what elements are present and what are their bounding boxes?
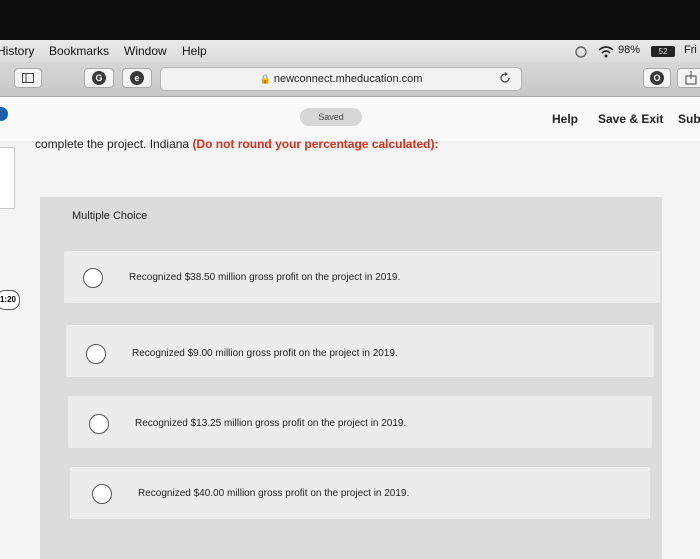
- share-button[interactable]: [677, 68, 700, 88]
- assignment-page: Saved Help Save & Exit Sub 1:20 complete…: [0, 97, 700, 559]
- question-prompt: complete the project. Indiana: [35, 137, 193, 151]
- address-bar[interactable]: 🔒 newconnect.mheducation.com: [160, 67, 522, 91]
- clock-text[interactable]: Fri: [684, 44, 697, 56]
- radio-button[interactable]: [86, 344, 106, 364]
- choice-label: Recognized $9.00 million gross profit on…: [132, 348, 398, 359]
- progress-dot-icon[interactable]: [0, 107, 8, 121]
- question-instruction: (Do not round your percentage calculated…: [192, 137, 439, 151]
- question-nav-strip[interactable]: [0, 147, 15, 209]
- choice-label: Recognized $40.00 million gross profit o…: [138, 488, 410, 499]
- reload-button[interactable]: [495, 68, 517, 88]
- extension-button-3[interactable]: O: [643, 68, 671, 88]
- extension-button-2[interactable]: e: [122, 68, 152, 88]
- choice-option[interactable]: Recognized $38.50 million gross profit o…: [64, 251, 660, 303]
- choice-option[interactable]: Recognized $40.00 million gross profit o…: [70, 467, 650, 519]
- reload-icon: [500, 72, 510, 83]
- panel-title: Multiple Choice: [72, 210, 148, 222]
- menu-history[interactable]: History: [0, 44, 34, 58]
- ghostery-icon: O: [650, 71, 664, 85]
- multiple-choice-panel: Multiple Choice Recognized $38.50 millio…: [40, 197, 662, 559]
- question-text: complete the project. Indiana (Do not ro…: [35, 137, 438, 151]
- menu-help[interactable]: Help: [182, 44, 207, 58]
- menu-bookmarks[interactable]: Bookmarks: [49, 44, 109, 58]
- battery-percent: 98%: [618, 44, 641, 56]
- radio-button[interactable]: [83, 268, 103, 288]
- extension-icon: e: [130, 71, 144, 85]
- choice-label: Recognized $38.50 million gross profit o…: [129, 272, 401, 283]
- lock-icon: 🔒: [259, 74, 271, 84]
- extension-icon: G: [92, 71, 106, 85]
- share-icon: [685, 71, 697, 85]
- save-exit-button[interactable]: Save & Exit: [598, 112, 663, 126]
- timer-badge: 1:20: [0, 290, 20, 310]
- submit-button[interactable]: Sub: [678, 112, 700, 126]
- sync-icon[interactable]: [574, 45, 588, 59]
- help-button[interactable]: Help: [552, 112, 578, 126]
- battery-icon[interactable]: 52: [651, 46, 675, 57]
- sidebar-toggle-button[interactable]: [14, 68, 42, 88]
- screen-bezel: [0, 0, 700, 42]
- choice-option[interactable]: Recognized $9.00 million gross profit on…: [66, 325, 654, 377]
- extension-button-1[interactable]: G: [84, 68, 114, 88]
- saved-status-badge: Saved: [300, 108, 362, 126]
- choice-label: Recognized $13.25 million gross profit o…: [135, 418, 407, 429]
- radio-button[interactable]: [92, 484, 112, 504]
- url-text: newconnect.mheducation.com: [273, 73, 423, 85]
- wifi-icon[interactable]: [598, 46, 614, 58]
- radio-button[interactable]: [89, 414, 109, 434]
- menu-bar: History Bookmarks Window Help 98% Fri: [0, 40, 700, 62]
- menu-window[interactable]: Window: [124, 44, 167, 58]
- sidebar-icon: [22, 73, 34, 83]
- choice-option[interactable]: Recognized $13.25 million gross profit o…: [68, 396, 652, 448]
- assignment-header: Saved Help Save & Exit Sub: [0, 97, 700, 141]
